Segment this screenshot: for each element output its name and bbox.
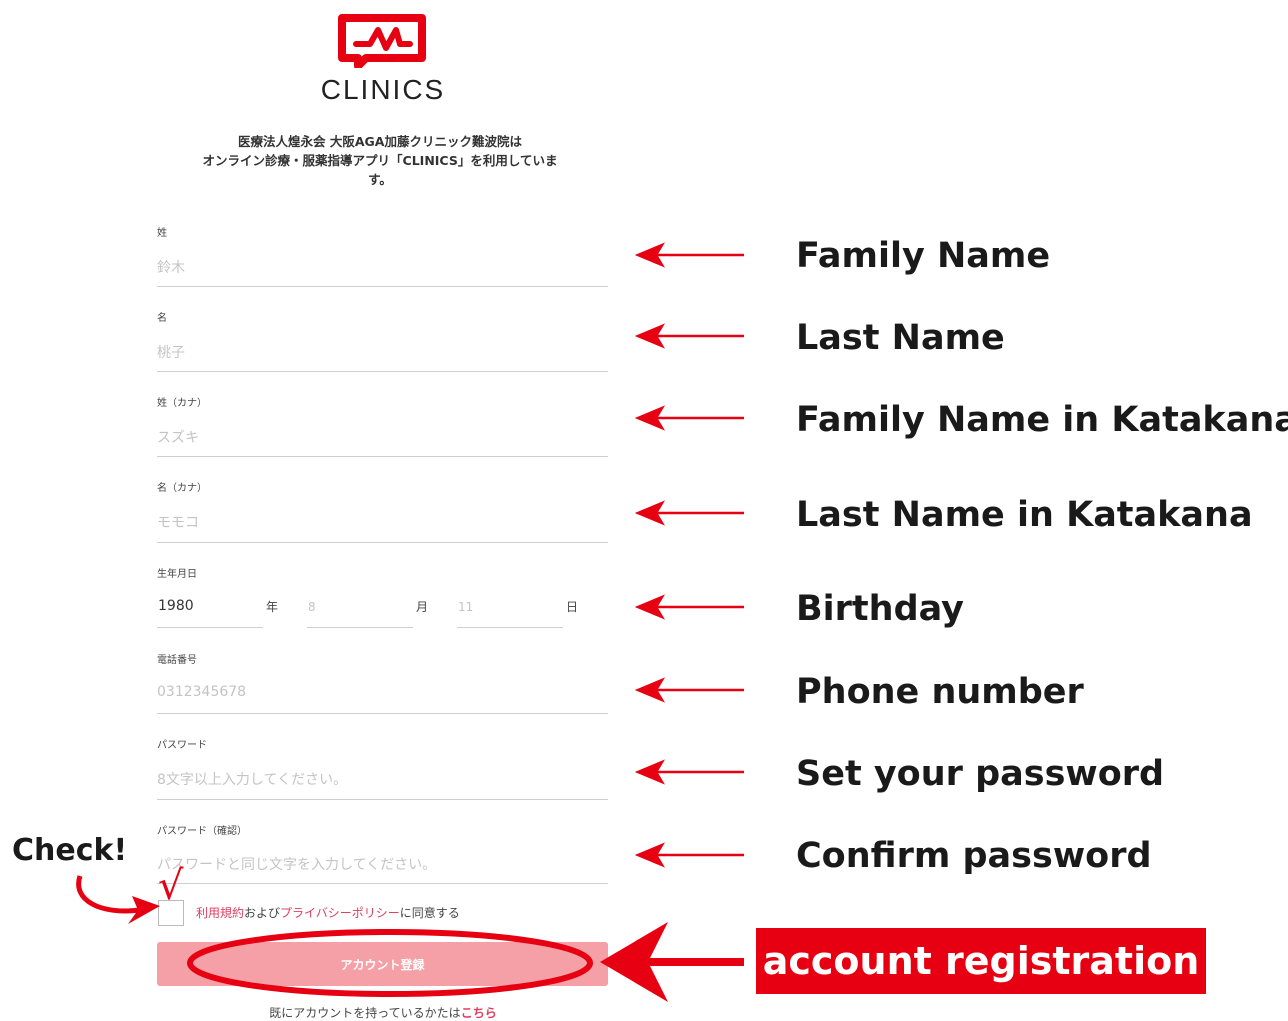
annotation-family-name: Family Name (796, 236, 1051, 276)
annotation-password-confirm: Confirm password (796, 836, 1152, 876)
annotation-phone: Phone number (796, 672, 1084, 712)
annotation-password: Set your password (796, 754, 1165, 794)
annotation-family-kana: Family Name in Katakana (796, 400, 1288, 440)
annotation-last-name: Last Name (796, 318, 1005, 358)
annotation-last-kana: Last Name in Katakana (796, 495, 1253, 535)
annotation-register: account registration (756, 928, 1206, 994)
check-curve-arrow (76, 875, 141, 914)
annotation-check: Check! (12, 833, 128, 868)
register-highlight-ellipse (187, 929, 593, 997)
arrow-group (634, 242, 744, 868)
annotation-birthday: Birthday (796, 589, 964, 629)
